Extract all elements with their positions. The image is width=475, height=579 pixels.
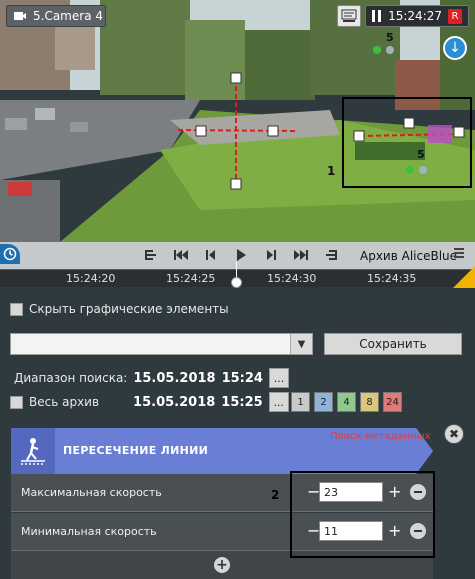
- layout-icon: [341, 9, 357, 22]
- fast-forward-icon: [294, 250, 308, 260]
- clock-glyph: [3, 247, 17, 261]
- callout-frame-2: [290, 471, 435, 558]
- metadata-search-link[interactable]: Поиск метаданных: [330, 431, 430, 442]
- go-end-icon: [326, 250, 337, 260]
- max-speed-label: Максимальная скорость: [21, 486, 162, 499]
- whole-archive-label: Весь архив: [29, 395, 100, 409]
- timeline-tick: 15:24:35: [367, 272, 417, 285]
- close-icon[interactable]: ✖: [444, 424, 464, 444]
- timeline-tick: 15:24:20: [66, 272, 116, 285]
- chevron-down-icon[interactable]: ▼: [290, 334, 312, 354]
- date-to[interactable]: 15.05.2018: [133, 395, 215, 410]
- timeline-tick: 15:24:30: [267, 272, 317, 285]
- interval-8h-button[interactable]: 8: [360, 392, 379, 412]
- camera-view[interactable]: 5.Camera 4 15:24:27 R ↓ 1 5 5: [0, 0, 475, 242]
- hide-graphics-checkbox[interactable]: [10, 302, 23, 316]
- callout-label-5: 5: [386, 31, 394, 44]
- detector-select[interactable]: ▼: [10, 333, 313, 355]
- go-to-end-button[interactable]: [323, 246, 339, 264]
- camera-icon: [14, 12, 26, 20]
- fast-rewind-button[interactable]: [173, 246, 189, 264]
- playback-controls: [143, 246, 339, 264]
- hide-graphics-label: Скрыть графические элементы: [29, 302, 229, 316]
- go-to-start-button[interactable]: [143, 246, 159, 264]
- step-back-icon: [206, 250, 215, 260]
- hide-graphics-row: Скрыть графические элементы: [10, 302, 229, 316]
- line-crossing-icon: [11, 428, 55, 474]
- date-from[interactable]: 15.05.2018: [133, 371, 215, 386]
- interval-1h-button[interactable]: 1: [291, 392, 310, 412]
- detector-title: ПЕРЕСЕЧЕНИЕ ЛИНИИ: [63, 444, 209, 457]
- step-forward-button[interactable]: [263, 246, 279, 264]
- camera-time: 15:24:27: [388, 9, 442, 23]
- min-speed-label: Минимальная скорость: [21, 525, 157, 538]
- interval-24h-button[interactable]: 24: [383, 392, 402, 412]
- step-back-button[interactable]: [203, 246, 219, 264]
- download-arrow-icon[interactable]: ↓: [443, 36, 467, 60]
- date-from-picker-button[interactable]: ...: [268, 368, 289, 388]
- archive-menu-icon[interactable]: [454, 248, 464, 260]
- playback-bar: Архив AliceBlue: [0, 242, 475, 269]
- time-to[interactable]: 15:25: [221, 395, 262, 410]
- timeline-position-handle[interactable]: [231, 277, 242, 288]
- callout-frame-1: [342, 97, 472, 188]
- interval-buttons: 1 2 4 8 24: [291, 392, 402, 412]
- timeline-tick: 15:24:25: [166, 272, 216, 285]
- search-range-label: Диапазон поиска:: [14, 371, 128, 385]
- playback-time-box[interactable]: 15:24:27 R: [365, 5, 469, 27]
- rewind-icon: [174, 250, 188, 260]
- callout-label-5b: 5: [417, 148, 425, 161]
- go-start-icon: [145, 250, 156, 260]
- camera-title-tab[interactable]: 5.Camera 4: [6, 5, 106, 27]
- pause-icon[interactable]: [372, 10, 382, 22]
- callout-label-2: 2: [271, 488, 280, 502]
- step-forward-icon: [267, 250, 276, 260]
- fast-forward-button[interactable]: [293, 246, 309, 264]
- interval-2h-button[interactable]: 2: [314, 392, 333, 412]
- graphics-toggle-button[interactable]: [337, 5, 362, 27]
- add-parameter-icon[interactable]: +: [214, 557, 230, 573]
- date-to-picker-button[interactable]: ...: [268, 392, 289, 412]
- play-icon: [237, 249, 246, 261]
- camera-toolbar: 15:24:27 R: [337, 5, 469, 27]
- archive-label[interactable]: Архив AliceBlue: [360, 249, 457, 263]
- interval-4h-button[interactable]: 4: [337, 392, 356, 412]
- whole-archive-row: Весь архив 15.05.2018 15:25 ...: [10, 392, 289, 412]
- callout-label-1: 1: [327, 164, 336, 178]
- search-range-row: Диапазон поиска: 15.05.2018 15:24 ...: [14, 368, 289, 388]
- whole-archive-checkbox[interactable]: [10, 395, 23, 409]
- save-button[interactable]: Сохранить: [324, 333, 462, 355]
- camera-title: 5.Camera 4: [33, 9, 103, 23]
- recording-badge: R: [448, 8, 462, 24]
- time-from[interactable]: 15:24: [222, 371, 263, 386]
